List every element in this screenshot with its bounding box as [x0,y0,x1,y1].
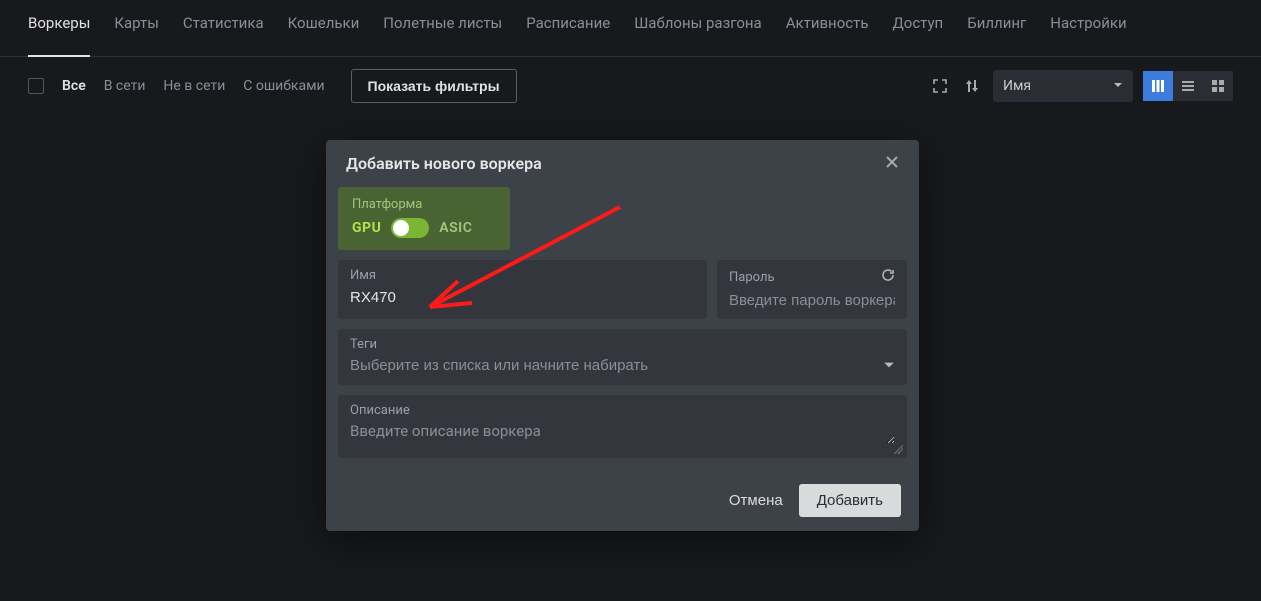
platform-toggle[interactable] [391,218,429,238]
close-icon[interactable] [885,154,899,173]
name-input[interactable] [350,289,695,306]
modal-body: Платформа GPU ASIC Имя Пароль [326,187,919,470]
platform-box: Платформа GPU ASIC [338,187,510,250]
sort-direction-icon[interactable] [961,75,983,97]
name-field: Имя [338,260,707,319]
description-field: Описание [338,395,907,458]
nav-stats[interactable]: Статистика [183,14,264,46]
platform-label: Платформа [352,197,496,212]
nav-flightsheets[interactable]: Полетные листы [383,14,502,46]
nav-billing[interactable]: Биллинг [967,14,1026,46]
nav-wallets[interactable]: Кошельки [288,14,360,46]
nav-access[interactable]: Доступ [892,14,943,46]
nav-schedule[interactable]: Расписание [526,14,610,46]
password-label: Пароль [729,270,775,285]
password-input[interactable] [729,292,895,309]
password-field: Пароль [717,260,907,319]
tags-label: Теги [350,337,895,352]
filter-offline[interactable]: Не в сети [163,78,225,94]
tags-input[interactable] [350,357,883,374]
sort-dropdown[interactable]: Имя [993,70,1133,102]
chevron-down-icon [1113,78,1123,94]
nav-workers[interactable]: Воркеры [28,14,90,57]
right-tools: Имя [929,70,1233,102]
refresh-icon[interactable] [881,268,895,286]
chevron-down-icon[interactable] [883,356,895,375]
view-list-button[interactable] [1173,71,1203,101]
view-toggle [1143,71,1233,101]
modal-footer: Отмена Добавить [326,470,919,531]
nav-oc-templates[interactable]: Шаблоны разгона [634,14,762,46]
platform-gpu-label: GPU [352,220,381,236]
cancel-button[interactable]: Отмена [729,492,783,509]
nav-settings[interactable]: Настройки [1050,14,1126,46]
top-nav: Воркеры Карты Статистика Кошельки Полетн… [0,0,1261,57]
fullscreen-icon[interactable] [929,75,951,97]
select-all-checkbox[interactable] [28,78,44,94]
filter-all[interactable]: Все [62,78,86,94]
nav-activity[interactable]: Активность [786,14,869,46]
name-label: Имя [350,268,695,283]
add-worker-modal: Добавить нового воркера Платформа GPU AS… [326,140,919,531]
description-label: Описание [350,403,895,418]
view-cards-button[interactable] [1143,71,1173,101]
filter-online[interactable]: В сети [104,78,146,94]
modal-header: Добавить нового воркера [326,140,919,187]
nav-cards[interactable]: Карты [114,14,159,46]
view-grid-button[interactable] [1203,71,1233,101]
description-input[interactable] [350,422,895,444]
resize-grip-icon[interactable] [893,444,903,454]
tags-field: Теги [338,329,907,385]
modal-title: Добавить нового воркера [346,154,542,173]
sort-label: Имя [1003,78,1031,94]
add-button[interactable]: Добавить [799,484,901,517]
filter-errors[interactable]: С ошибками [243,78,324,94]
platform-asic-label: ASIC [439,220,472,236]
filter-bar: Все В сети Не в сети С ошибками Показать… [0,57,1261,115]
show-filters-button[interactable]: Показать фильтры [351,69,517,103]
